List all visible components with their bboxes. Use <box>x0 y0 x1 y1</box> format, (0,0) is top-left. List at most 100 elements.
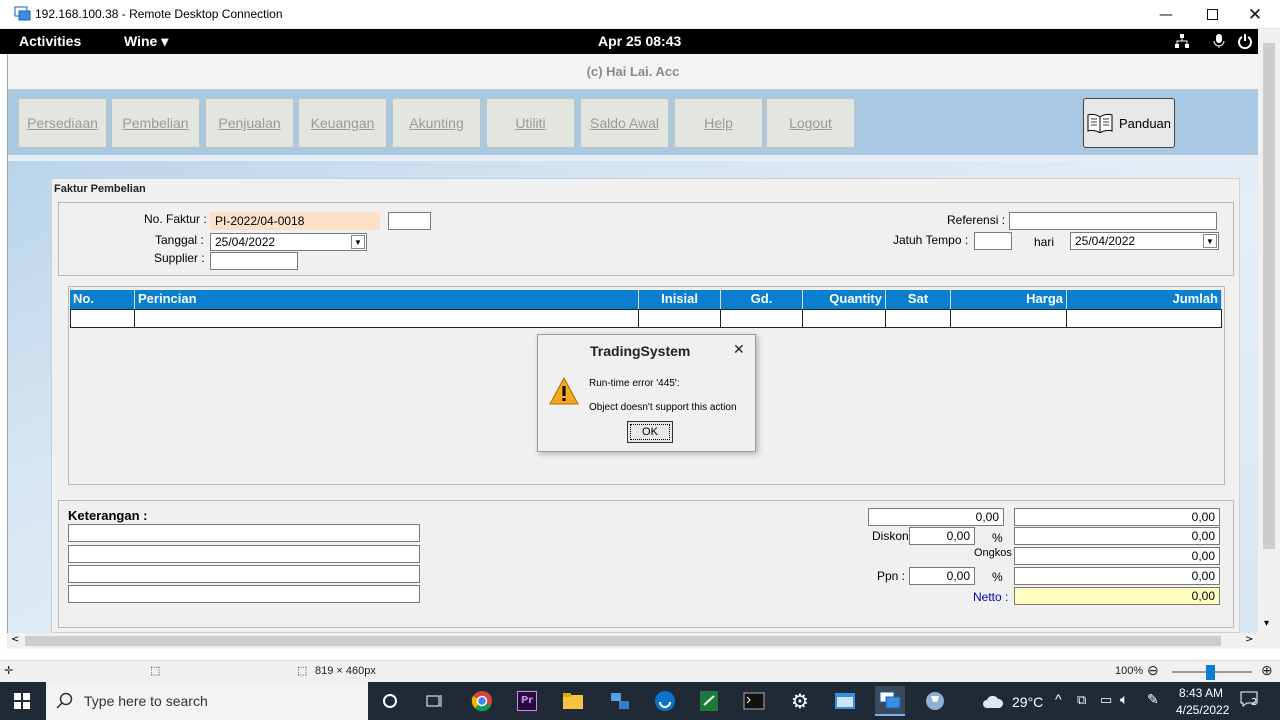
subtotal-right-field[interactable]: 0,00 <box>1014 508 1220 526</box>
ppn-percent-field[interactable]: 0,00 <box>909 567 975 585</box>
network-icon[interactable] <box>1174 33 1190 49</box>
no-faktur-field[interactable]: PI-2022/04-0018 <box>210 212 380 230</box>
maximize-button[interactable] <box>1189 0 1235 29</box>
zoom-slider-thumb[interactable] <box>1206 665 1215 680</box>
grid-cell[interactable] <box>886 309 951 328</box>
menu-utiliti[interactable]: Utiliti <box>486 98 575 148</box>
ongkos-amount-field[interactable]: 0,00 <box>1014 547 1220 565</box>
wine-app-menu[interactable]: Wine ▾ <box>124 33 168 50</box>
grid-cell[interactable] <box>639 309 721 328</box>
keterangan-line-2[interactable] <box>68 545 420 563</box>
settings-icon[interactable]: ⚙ <box>785 686 815 716</box>
grid-cell[interactable] <box>951 309 1067 328</box>
spreadsheet-icon[interactable] <box>694 686 724 716</box>
scroll-down-icon[interactable]: ▾ <box>1258 618 1280 649</box>
netto-amount-field[interactable]: 0,00 <box>1014 587 1220 605</box>
col-gd[interactable]: Gd. <box>721 290 803 309</box>
menu-persediaan[interactable]: Persediaan <box>18 98 107 148</box>
minimize-button[interactable]: — <box>1143 0 1189 29</box>
premiere-icon[interactable]: Pr <box>512 686 542 716</box>
window-title: 192.168.100.38 - Remote Desktop Connecti… <box>35 7 283 21</box>
app-window-icon[interactable] <box>830 686 860 716</box>
zoom-in-icon[interactable]: ⊕ <box>1261 662 1273 679</box>
task-view-icon[interactable] <box>420 686 450 716</box>
remote-desktop-taskbar-icon[interactable] <box>875 686 905 716</box>
zoom-out-icon[interactable]: ⊖ <box>1147 662 1159 679</box>
vertical-scroll-thumb[interactable] <box>1263 43 1275 549</box>
vertical-scrollbar[interactable] <box>1258 29 1280 633</box>
col-harga[interactable]: Harga <box>951 290 1067 309</box>
keterangan-line-3[interactable] <box>68 565 420 583</box>
dialog-close-icon[interactable]: ✕ <box>733 342 745 358</box>
menu-penjualan[interactable]: Penjualan <box>205 98 294 148</box>
keterangan-line-1[interactable] <box>68 524 420 542</box>
close-button[interactable]: ✕ <box>1232 0 1278 29</box>
weather-temperature[interactable]: 29°C <box>1012 694 1043 710</box>
grid-cell[interactable] <box>135 309 639 328</box>
subtotal-left-field[interactable]: 0,00 <box>868 508 1004 526</box>
grid-cell[interactable] <box>1067 309 1222 328</box>
keterangan-line-4[interactable] <box>68 585 420 603</box>
dialog-error-code: Run-time error '445': <box>589 378 680 389</box>
diskon-amount-field[interactable]: 0,00 <box>1014 527 1220 545</box>
file-explorer-icon[interactable] <box>558 686 588 716</box>
supplier-field[interactable] <box>210 252 298 270</box>
menu-akunting[interactable]: Akunting <box>392 98 481 148</box>
weather-cloud-icon[interactable] <box>982 693 1004 709</box>
pen-icon[interactable]: ✎ <box>1147 691 1159 708</box>
grid-cell[interactable] <box>803 309 886 328</box>
taskbar-search[interactable]: Type here to search <box>46 682 368 720</box>
tray-device-icon[interactable]: ⧉ <box>1077 692 1086 708</box>
windows-taskbar: Type here to search Pr ⚙ 29°C ^ ⧉ ▭ 🔈︎ ✎… <box>0 682 1280 720</box>
book-icon <box>1087 113 1113 133</box>
microphone-icon[interactable] <box>1211 33 1227 49</box>
terminal-icon[interactable] <box>739 686 769 716</box>
jatuh-tempo-datepicker[interactable]: 25/04/2022 ▼ <box>1070 232 1219 250</box>
search-icon <box>56 692 73 709</box>
windows-start-icon[interactable] <box>14 693 30 709</box>
cortana-icon[interactable] <box>375 686 405 716</box>
col-no[interactable]: No. <box>70 290 135 309</box>
col-quantity[interactable]: Quantity <box>803 290 886 309</box>
horizontal-scroll-thumb[interactable] <box>25 636 1221 646</box>
scroll-left-icon[interactable]: < <box>11 634 19 645</box>
battery-icon[interactable]: ▭ <box>1100 692 1112 708</box>
menu-help[interactable]: Help <box>674 98 763 148</box>
ppn-amount-field[interactable]: 0,00 <box>1014 567 1220 585</box>
diskon-percent-field[interactable]: 0,00 <box>909 527 975 545</box>
grid-cell[interactable] <box>70 309 135 328</box>
speaker-icon[interactable]: 🔈︎ <box>1120 691 1128 708</box>
col-sat[interactable]: Sat <box>886 290 951 309</box>
app-circle-icon[interactable] <box>650 686 680 716</box>
menu-logout[interactable]: Logout <box>766 98 855 148</box>
chrome-icon[interactable] <box>467 686 497 716</box>
col-jumlah[interactable]: Jumlah <box>1067 290 1222 309</box>
notification-center-icon[interactable]: 2 <box>1240 691 1258 709</box>
grid-cell[interactable] <box>721 309 803 328</box>
ok-button[interactable]: OK <box>627 421 673 443</box>
no-faktur-extra-field[interactable] <box>388 212 431 230</box>
referensi-field[interactable] <box>1009 212 1217 230</box>
col-inisial[interactable]: Inisial <box>639 290 721 309</box>
wine-glass-icon[interactable] <box>920 686 950 716</box>
activities-button[interactable]: Activities <box>19 33 81 49</box>
horizontal-scrollbar[interactable]: < > <box>7 633 1258 649</box>
jatuh-tempo-days-field[interactable] <box>974 232 1012 250</box>
clock[interactable]: Apr 25 08:43 <box>598 33 681 49</box>
col-perincian[interactable]: Perincian <box>135 290 639 309</box>
tanggal-datepicker[interactable]: 25/04/2022 ▼ <box>210 233 367 251</box>
taskbar-date[interactable]: 4/25/2022 <box>1176 703 1229 717</box>
items-grid[interactable]: No. Perincian Inisial Gd. Quantity Sat H… <box>70 290 1230 328</box>
menu-keuangan[interactable]: Keuangan <box>298 98 387 148</box>
menu-pembelian[interactable]: Pembelian <box>111 98 200 148</box>
scroll-right-icon[interactable]: > <box>1245 634 1253 645</box>
tray-chevron-up-icon[interactable]: ^ <box>1055 691 1062 707</box>
taskbar-time[interactable]: 8:43 AM <box>1179 686 1223 700</box>
panduan-button[interactable]: Panduan <box>1083 98 1175 148</box>
dropdown-arrow-icon[interactable]: ▼ <box>1203 234 1217 248</box>
network-share-icon[interactable] <box>605 686 635 716</box>
dropdown-arrow-icon[interactable]: ▼ <box>351 235 365 249</box>
supplier-label: Supplier : <box>154 251 205 265</box>
menu-saldo-awal[interactable]: Saldo Awal <box>580 98 669 148</box>
power-icon[interactable] <box>1237 33 1253 49</box>
